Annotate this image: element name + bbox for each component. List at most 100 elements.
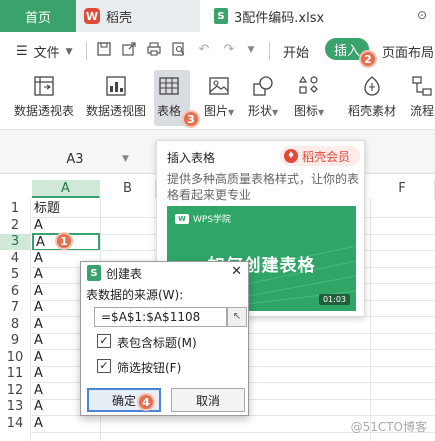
vip-badge-label: 稻壳会员: [302, 149, 351, 164]
has-header-checkbox[interactable]: ✓: [97, 334, 111, 348]
watermark: @51CTO博客: [350, 420, 427, 434]
daoke-material-icon: [360, 74, 384, 98]
step-marker-1: 1: [55, 232, 73, 250]
source-range-label: 表数据的来源(W):: [86, 288, 184, 302]
flowchart-icon: [410, 74, 434, 98]
tab-daoke[interactable]: W 稻壳: [84, 4, 194, 28]
source-range-input[interactable]: =$A$1:$A$1108: [94, 307, 227, 327]
table-button[interactable]: 表格: [157, 74, 181, 119]
shape-label: 形状: [248, 104, 273, 118]
tooltip-description: 提供多种高质量表格样式，让你的表格看起来更专业: [167, 172, 360, 202]
daoke-vip-badge[interactable]: ♦ 稻壳会员: [280, 146, 360, 166]
shape-button[interactable]: 形状▼: [248, 74, 278, 119]
row-header[interactable]: 10: [0, 350, 30, 366]
row-header[interactable]: 2: [0, 218, 30, 234]
chevron-down-icon: ▼: [65, 46, 73, 57]
spreadsheet-logo-icon: S: [87, 265, 101, 281]
picture-icon: [207, 74, 231, 98]
daoke-logo-icon: W: [84, 8, 100, 24]
row-header[interactable]: 11: [0, 366, 30, 382]
column-header-f[interactable]: F: [370, 180, 435, 198]
table-label: 表格: [157, 104, 182, 118]
chevron-down-icon: ▼: [318, 108, 325, 117]
icon-label: 图标: [294, 104, 319, 118]
undo-icon[interactable]: ↶: [196, 42, 212, 58]
pivot-table-label: 数据透视表: [14, 104, 75, 118]
pivot-table-button[interactable]: 数据透视表: [14, 74, 74, 119]
chevron-down-icon: ▼: [272, 108, 279, 117]
title-bar: 首页 W 稻壳 S 3配件编码.xlsx ⊙: [0, 0, 435, 32]
icons-gallery-icon: [297, 74, 321, 98]
daoke-material-label: 稻壳素材: [348, 104, 397, 118]
tab-page-layout[interactable]: 页面布局: [382, 42, 434, 61]
picture-button[interactable]: 图片▼: [204, 74, 234, 119]
file-menu-label: 文件: [33, 46, 60, 61]
pivot-chart-button[interactable]: 数据透视图: [86, 74, 146, 119]
row-header[interactable]: 13: [0, 399, 30, 415]
tab-start[interactable]: 开始: [283, 42, 309, 61]
daoke-material-button[interactable]: 稻壳素材: [348, 74, 396, 119]
flowchart-button[interactable]: 流程: [410, 74, 434, 119]
tooltip-title: 插入表格: [167, 151, 216, 165]
dialog-titlebar: S 创建表: [81, 262, 248, 284]
step-marker-4: 4: [137, 393, 155, 411]
table-icon: [157, 74, 181, 98]
divider: [86, 42, 87, 60]
filter-button-checkbox[interactable]: ✓: [97, 359, 111, 373]
has-header-label: 表包含标题(M): [117, 336, 197, 350]
row-header[interactable]: 6: [0, 284, 30, 300]
file-menu-button[interactable]: ☰ 文件 ▼: [16, 42, 73, 61]
wps-logo-icon: W: [175, 213, 189, 224]
chevron-down-icon[interactable]: ▼: [243, 42, 259, 58]
row-header[interactable]: 14: [0, 416, 30, 432]
row-header[interactable]: 5: [0, 267, 30, 283]
picture-label: 图片: [204, 104, 229, 118]
icon-button[interactable]: 图标▼: [294, 74, 324, 119]
video-duration: 01:03: [318, 294, 350, 305]
daoke-logo-icon: ♦: [284, 149, 298, 163]
dialog-title: 创建表: [106, 266, 143, 281]
export-icon[interactable]: [121, 42, 137, 58]
print-preview-icon[interactable]: [171, 42, 187, 58]
chevron-down-icon[interactable]: ▼: [122, 154, 129, 164]
close-icon[interactable]: ✕: [231, 264, 242, 279]
row-header[interactable]: 8: [0, 317, 30, 333]
wps-academy-brand: W WPS学院: [175, 212, 231, 225]
flowchart-label: 流程: [410, 104, 435, 118]
step-marker-2: 2: [359, 50, 377, 68]
print-icon[interactable]: [146, 42, 162, 58]
row-header[interactable]: 9: [0, 333, 30, 349]
cancel-button-label: 取消: [195, 393, 220, 408]
chevron-down-icon: ▼: [228, 108, 235, 117]
cell-reference-box[interactable]: A3: [40, 152, 110, 167]
column-header-a[interactable]: A: [32, 180, 100, 198]
tab-file[interactable]: S 3配件编码.xlsx: [200, 0, 435, 32]
redo-icon[interactable]: ↷: [221, 42, 237, 58]
filter-button-label: 筛选按钮(F): [117, 361, 182, 375]
hamburger-icon: ☰: [16, 44, 28, 59]
row-header[interactable]: 4: [0, 251, 30, 267]
tab-home-label: 首页: [24, 10, 51, 26]
create-table-dialog: S 创建表 ✕ 表数据的来源(W): =$A$1:$A$1108 ↖ ✓ 表包含…: [80, 261, 249, 416]
ribbon-insert: 数据透视表 数据透视图 表格 图片▼ 形状▼ 图标▼ 稻壳素材 流程: [0, 68, 435, 130]
row-header[interactable]: 3: [0, 234, 30, 250]
pivot-chart-icon: [104, 74, 128, 98]
pivot-chart-label: 数据透视图: [86, 104, 147, 118]
range-picker-icon[interactable]: ↖: [227, 307, 247, 327]
divider: [269, 42, 270, 60]
promo-brand-label: WPS学院: [193, 215, 232, 225]
ok-button-label: 确定: [111, 393, 136, 408]
column-header-b[interactable]: B: [100, 180, 156, 198]
table-cell[interactable]: 标题: [32, 201, 100, 217]
save-icon[interactable]: [96, 42, 112, 58]
table-cell[interactable]: A: [32, 416, 100, 432]
row-header[interactable]: 1: [0, 201, 30, 217]
row-header[interactable]: 12: [0, 383, 30, 399]
cancel-button[interactable]: 取消: [171, 388, 245, 412]
window-control-icon[interactable]: ⊙: [417, 8, 427, 22]
tab-home[interactable]: 首页: [0, 0, 76, 32]
pivot-table-icon: [32, 74, 56, 98]
row-header[interactable]: 7: [0, 300, 30, 316]
step-marker-3: 3: [182, 110, 200, 128]
shape-icon: [251, 74, 275, 98]
